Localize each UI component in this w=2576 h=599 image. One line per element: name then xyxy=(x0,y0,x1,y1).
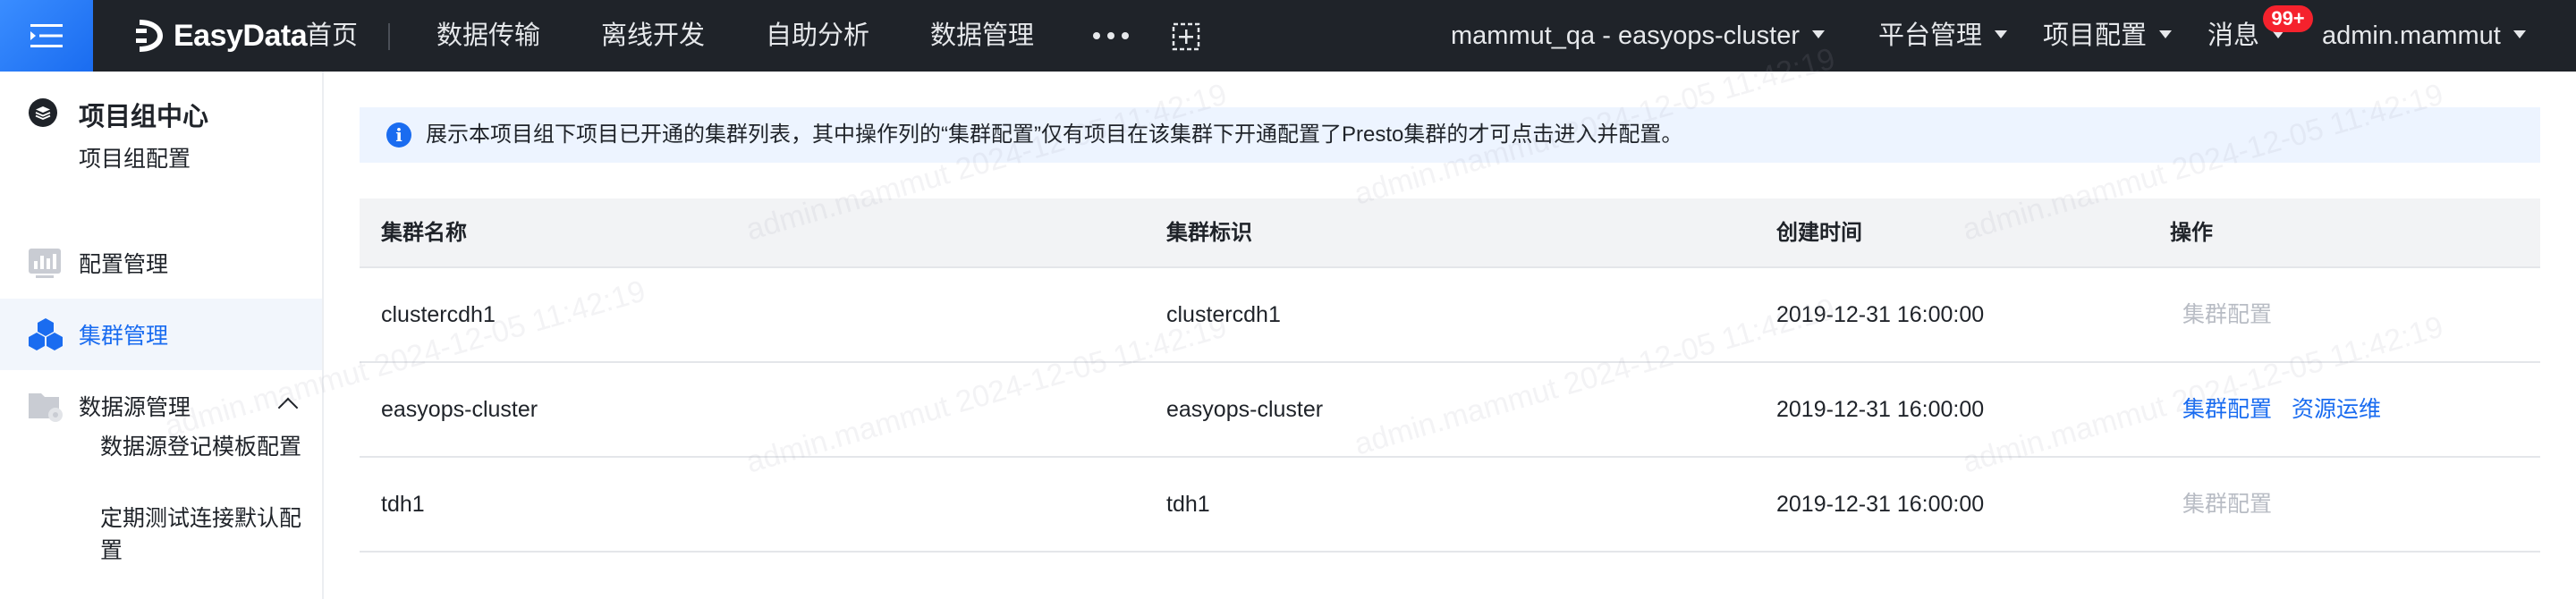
nav-home[interactable]: 首页 xyxy=(306,0,358,72)
cluster-table: 集群名称 集群标识 创建时间 操作 clustercdh1 clustercdh… xyxy=(360,198,2540,553)
column-header-cluster-name: 集群名称 xyxy=(381,221,467,245)
user-menu[interactable]: admin.mammut xyxy=(2322,0,2526,72)
datasource-folder-icon xyxy=(29,393,63,422)
cell-created-time: 2019-12-31 16:00:00 xyxy=(1776,302,1985,327)
cell-created-time: 2019-12-31 16:00:00 xyxy=(1776,397,1985,422)
cell-cluster-name: tdh1 xyxy=(381,492,425,517)
column-header-actions: 操作 xyxy=(2170,221,2213,245)
cluster-config-button: 集群配置 xyxy=(2182,492,2273,517)
sidebar-subitem-connection-test-default[interactable]: 定期测试连接默认配置 xyxy=(100,501,322,565)
add-workspace-icon[interactable] xyxy=(1172,22,1200,51)
notice-text: 展示本项目组下项目已开通的集群列表，其中操作列的“集群配置”仅有项目在该集群下开… xyxy=(426,122,1683,147)
cell-created-time: 2019-12-31 16:00:00 xyxy=(1776,492,1985,517)
table-row: tdh1 tdh1 2019-12-31 16:00:00 集群配置 xyxy=(360,458,2540,553)
platform-management-label: 平台管理 xyxy=(1878,21,1983,50)
nav-data-management[interactable]: 数据管理 xyxy=(930,0,1034,72)
project-group-icon xyxy=(29,98,57,127)
sidebar-subtitle: 项目组配置 xyxy=(79,147,191,172)
project-config-menu[interactable]: 项目配置 xyxy=(2043,0,2173,72)
project-switcher-label: mammut_qa - easyops-cluster xyxy=(1451,21,1801,50)
messages-label: 消息 xyxy=(2207,21,2260,50)
sidebar-item-label: 集群管理 xyxy=(79,324,169,349)
messages-count-badge: 99+ xyxy=(2263,5,2313,32)
more-menu-icon[interactable] xyxy=(1093,32,1129,39)
nav-divider xyxy=(388,23,390,50)
top-navigation-bar: EasyData 首页 数据传输 离线开发 自助分析 数据管理 mammut_q… xyxy=(0,0,2576,72)
sidebar-item-label: 数据源管理 xyxy=(79,395,191,420)
info-notice: i 展示本项目组下项目已开通的集群列表，其中操作列的“集群配置”仅有项目在该集群… xyxy=(360,107,2540,163)
cluster-config-button[interactable]: 集群配置 xyxy=(2182,363,2272,456)
chevron-down-icon xyxy=(1812,30,1826,38)
column-header-created-time: 创建时间 xyxy=(1776,221,1862,245)
chevron-down-icon xyxy=(1995,30,2008,38)
cell-cluster-id: clustercdh1 xyxy=(1166,302,1281,327)
nav-offline-dev[interactable]: 离线开发 xyxy=(601,0,705,72)
brand-name: EasyData xyxy=(174,18,308,53)
settings-panel-icon xyxy=(29,249,61,278)
sidebar-item-config-management[interactable]: 配置管理 xyxy=(0,227,322,299)
project-config-label: 项目配置 xyxy=(2043,21,2148,50)
table-header: 集群名称 集群标识 创建时间 操作 xyxy=(360,198,2540,268)
chevron-up-icon[interactable] xyxy=(277,397,299,418)
sidebar-subitem-datasource-template[interactable]: 数据源登记模板配置 xyxy=(100,429,301,461)
menu-icon xyxy=(30,24,63,47)
table-row: clustercdh1 clustercdh1 2019-12-31 16:00… xyxy=(360,268,2540,363)
cluster-cubes-icon xyxy=(29,318,63,350)
column-header-cluster-id: 集群标识 xyxy=(1166,221,1252,245)
brand-logo[interactable]: EasyData xyxy=(134,16,308,55)
menu-toggle-button[interactable] xyxy=(0,0,93,72)
easydata-logo-icon xyxy=(136,20,163,52)
user-name: admin.mammut xyxy=(2322,21,2501,50)
sidebar-title: 项目组中心 xyxy=(79,103,209,131)
cell-cluster-id: easyops-cluster xyxy=(1166,397,1324,422)
platform-management-menu[interactable]: 平台管理 xyxy=(1878,0,2008,72)
cluster-config-button: 集群配置 xyxy=(2182,302,2273,327)
info-icon: i xyxy=(386,122,411,148)
cell-cluster-id: tdh1 xyxy=(1166,492,1210,517)
cell-cluster-name: clustercdh1 xyxy=(381,302,496,327)
project-switcher[interactable]: mammut_qa - easyops-cluster xyxy=(1451,0,1826,72)
sidebar-item-cluster-management[interactable]: 集群管理 xyxy=(0,299,322,370)
nav-self-service-analysis[interactable]: 自助分析 xyxy=(766,0,869,72)
sidebar: 项目组中心 项目组配置 配置管理 集群管理 数据源管理 数据源登记模板配置 定期… xyxy=(0,72,324,599)
table-row: easyops-cluster easyops-cluster 2019-12-… xyxy=(360,363,2540,458)
resource-ops-button[interactable]: 资源运维 xyxy=(2292,363,2381,456)
nav-data-transfer[interactable]: 数据传输 xyxy=(436,0,540,72)
chevron-down-icon xyxy=(2159,30,2173,38)
cell-cluster-name: easyops-cluster xyxy=(381,397,538,422)
sidebar-item-label: 配置管理 xyxy=(79,252,169,277)
chevron-down-icon xyxy=(2512,30,2526,38)
